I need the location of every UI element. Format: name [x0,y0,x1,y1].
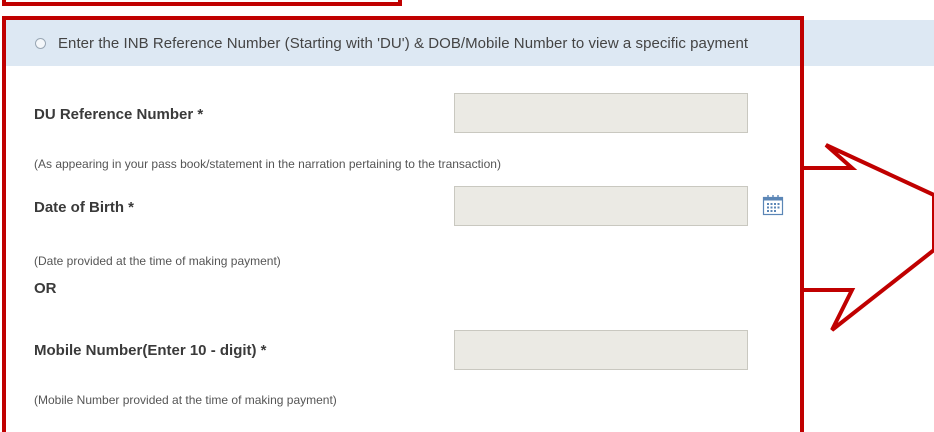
annotation-box-main [2,16,804,432]
payment-lookup-page: Enter the INB Reference Number (Starting… [0,0,934,432]
annotation-box-top [2,0,402,6]
